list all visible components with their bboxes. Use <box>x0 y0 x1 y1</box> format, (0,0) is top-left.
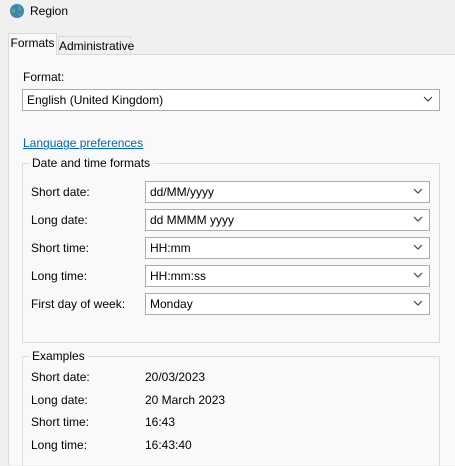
first-day-of-week-value: Monday <box>150 297 193 311</box>
short-date-dropdown[interactable]: dd/MM/yyyy <box>145 181 430 203</box>
long-time-value: HH:mm:ss <box>150 269 206 283</box>
tab-administrative[interactable]: Administrative <box>58 36 134 55</box>
globe-icon <box>10 4 24 18</box>
long-date-dropdown[interactable]: dd MMMM yyyy <box>145 209 430 231</box>
example-long-time-label: Long time: <box>31 438 88 452</box>
tab-formats[interactable]: Formats <box>8 33 57 55</box>
short-date-label: Short date: <box>31 185 90 199</box>
example-long-time-value: 16:43:40 <box>145 438 192 452</box>
long-time-dropdown[interactable]: HH:mm:ss <box>145 265 430 287</box>
date-time-formats-group: Date and time formats Short date: dd/MM/… <box>22 156 440 343</box>
short-time-value: HH:mm <box>150 241 191 255</box>
short-time-dropdown[interactable]: HH:mm <box>145 237 430 259</box>
date-time-formats-title: Date and time formats <box>29 156 154 170</box>
examples-group: Examples Short date: 20/03/2023 Long dat… <box>22 349 440 466</box>
example-long-date-value: 20 March 2023 <box>145 393 226 407</box>
chevron-down-icon <box>413 188 423 194</box>
format-dropdown[interactable]: English (United Kingdom) <box>22 89 440 111</box>
chevron-down-icon <box>413 244 423 250</box>
chevron-down-icon <box>413 216 423 222</box>
language-preferences-link[interactable]: Language preferences <box>23 136 143 150</box>
format-value: English (United Kingdom) <box>27 93 164 107</box>
window-title: Region <box>30 4 69 18</box>
format-label: Format: <box>23 70 65 84</box>
example-short-time-label: Short time: <box>31 415 90 429</box>
example-short-date-value: 20/03/2023 <box>145 370 206 384</box>
long-date-value: dd MMMM yyyy <box>150 213 234 227</box>
chevron-down-icon <box>413 300 423 306</box>
formats-panel: Format: English (United Kingdom) Languag… <box>8 54 455 466</box>
first-day-of-week-dropdown[interactable]: Monday <box>145 293 430 315</box>
long-time-label: Long time: <box>31 269 88 283</box>
title-bar: Region <box>0 0 455 28</box>
example-long-date-label: Long date: <box>31 393 88 407</box>
long-date-label: Long date: <box>31 213 88 227</box>
example-short-date-label: Short date: <box>31 370 90 384</box>
example-short-time-value: 16:43 <box>145 415 176 429</box>
short-date-value: dd/MM/yyyy <box>150 185 215 199</box>
first-day-of-week-label: First day of week: <box>31 297 126 311</box>
chevron-down-icon <box>423 96 433 102</box>
short-time-label: Short time: <box>31 241 90 255</box>
chevron-down-icon <box>413 272 423 278</box>
examples-title: Examples <box>29 349 88 363</box>
